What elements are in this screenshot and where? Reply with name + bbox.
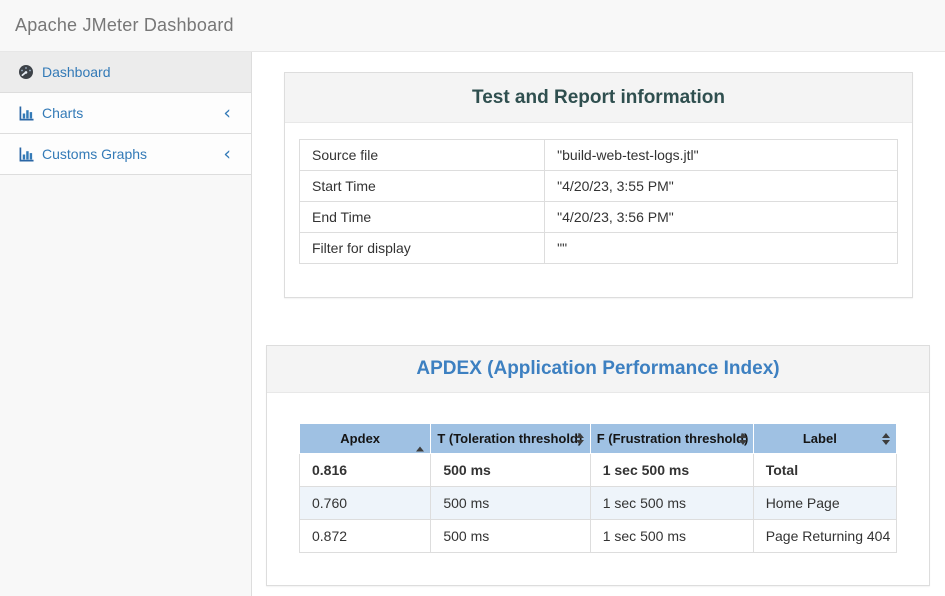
info-value: "build-web-test-logs.jtl" xyxy=(545,140,898,171)
panel-heading: Test and Report information xyxy=(285,73,912,123)
bar-chart-icon xyxy=(18,146,34,162)
table-row: Source file "build-web-test-logs.jtl" xyxy=(300,140,898,171)
chevron-left-icon[interactable]: ‹ xyxy=(223,106,239,120)
toleration-value: 500 ms xyxy=(431,487,590,520)
apdex-value: 0.872 xyxy=(300,520,431,553)
apdex-value: 0.816 xyxy=(300,454,431,487)
table-row: 0.872 500 ms 1 sec 500 ms Page Returning… xyxy=(300,520,897,553)
label-value: Total xyxy=(753,454,896,487)
info-value: "" xyxy=(545,233,898,264)
sidebar-item-customs-graphs[interactable]: Customs Graphs ‹ xyxy=(0,134,251,175)
label-value: Home Page xyxy=(753,487,896,520)
table-header-row: Apdex T (Toleration threshold) F (Frustr… xyxy=(300,424,897,454)
test-report-info-panel: Test and Report information Source file … xyxy=(284,72,913,298)
test-info-table: Source file "build-web-test-logs.jtl" St… xyxy=(299,139,898,264)
apdex-table: Apdex T (Toleration threshold) F (Frustr… xyxy=(299,423,897,553)
frustration-value: 1 sec 500 ms xyxy=(590,520,753,553)
info-label: Start Time xyxy=(300,171,545,202)
table-row: End Time "4/20/23, 3:56 PM" xyxy=(300,202,898,233)
info-label: End Time xyxy=(300,202,545,233)
test-report-info-title: Test and Report information xyxy=(472,87,725,109)
toleration-value: 500 ms xyxy=(431,454,590,487)
app-title[interactable]: Apache JMeter Dashboard xyxy=(15,15,234,36)
table-row: 0.760 500 ms 1 sec 500 ms Home Page xyxy=(300,487,897,520)
column-header-label[interactable]: Label xyxy=(753,424,896,454)
sidebar-item-dashboard[interactable]: Dashboard xyxy=(0,52,251,93)
info-value: "4/20/23, 3:56 PM" xyxy=(545,202,898,233)
info-value: "4/20/23, 3:55 PM" xyxy=(545,171,898,202)
info-label: Filter for display xyxy=(300,233,545,264)
panel-body: Apdex T (Toleration threshold) F (Frustr… xyxy=(267,393,929,585)
sidebar-item-charts[interactable]: Charts ‹ xyxy=(0,93,251,134)
apdex-title: APDEX (Application Performance Index) xyxy=(416,358,779,380)
sort-both-icon[interactable] xyxy=(739,433,747,445)
top-navbar: Apache JMeter Dashboard xyxy=(0,0,945,52)
chevron-left-icon[interactable]: ‹ xyxy=(223,147,239,161)
label-value: Page Returning 404 xyxy=(753,520,896,553)
table-row-total: 0.816 500 ms 1 sec 500 ms Total xyxy=(300,454,897,487)
sort-both-icon[interactable] xyxy=(882,433,890,445)
sort-ascending-icon[interactable] xyxy=(416,431,424,446)
panel-body: Source file "build-web-test-logs.jtl" St… xyxy=(285,123,912,297)
sort-both-icon[interactable] xyxy=(576,433,584,445)
apdex-panel: APDEX (Application Performance Index) Ap… xyxy=(266,345,930,586)
info-label: Source file xyxy=(300,140,545,171)
toleration-value: 500 ms xyxy=(431,520,590,553)
frustration-value: 1 sec 500 ms xyxy=(590,454,753,487)
main-content: Test and Report information Source file … xyxy=(252,52,945,596)
panel-heading: APDEX (Application Performance Index) xyxy=(267,346,929,393)
sidebar-item-label: Customs Graphs xyxy=(42,146,223,162)
sidebar: Dashboard Charts ‹ xyxy=(0,52,252,596)
column-header-apdex[interactable]: Apdex xyxy=(300,424,431,454)
frustration-value: 1 sec 500 ms xyxy=(590,487,753,520)
apdex-value: 0.760 xyxy=(300,487,431,520)
column-header-frustration[interactable]: F (Frustration threshold) xyxy=(590,424,753,454)
sidebar-item-label: Dashboard xyxy=(42,64,239,80)
bar-chart-icon xyxy=(18,105,34,121)
dashboard-gauge-icon xyxy=(18,64,34,80)
table-row: Filter for display "" xyxy=(300,233,898,264)
column-header-toleration[interactable]: T (Toleration threshold) xyxy=(431,424,590,454)
sidebar-item-label: Charts xyxy=(42,105,223,121)
table-row: Start Time "4/20/23, 3:55 PM" xyxy=(300,171,898,202)
